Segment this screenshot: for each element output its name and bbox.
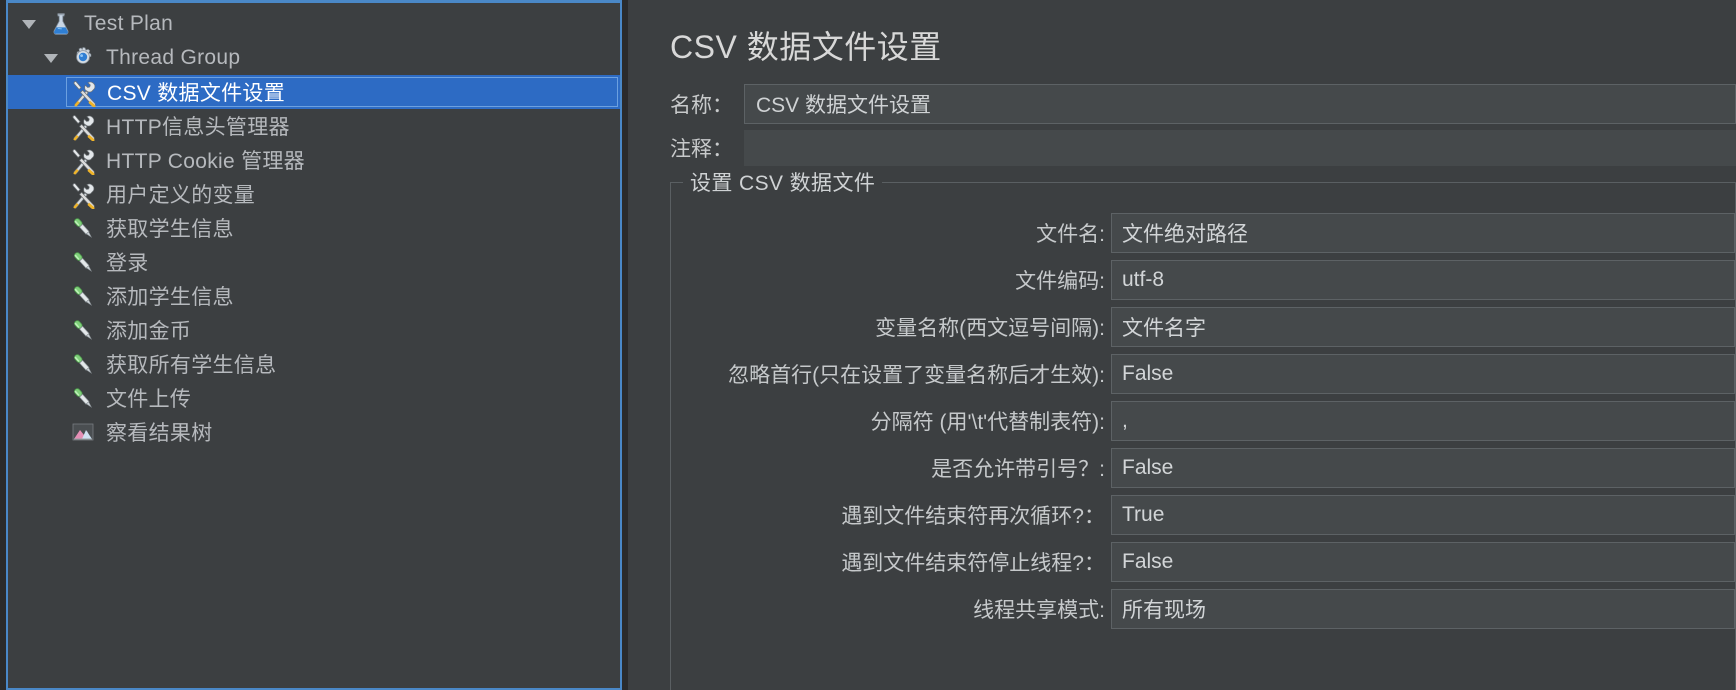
form-row: 是否允许带引号？: False xyxy=(671,446,1735,490)
tree-node-content[interactable]: 察看结果树 xyxy=(66,417,620,447)
tree-node-label: 获取所有学生信息 xyxy=(106,354,277,377)
form-row: 分隔符 (用'\t'代替制表符):, xyxy=(671,399,1735,443)
tree-node[interactable]: HTTP Cookie 管理器 xyxy=(8,143,620,177)
tree-node-content[interactable]: 添加金币 xyxy=(66,315,620,345)
sampler-pipette-icon xyxy=(66,214,100,242)
tree-node[interactable]: 添加金币 xyxy=(8,313,620,347)
tree-node[interactable]: 文件上传 xyxy=(8,381,620,415)
panel-splitter[interactable] xyxy=(628,0,656,690)
sampler-pipette-icon xyxy=(66,316,100,344)
sampler-pipette-icon xyxy=(66,282,100,310)
tree-node-label: 添加学生信息 xyxy=(106,286,234,309)
form-row: 遇到文件结束符再次循环?： True xyxy=(671,493,1735,537)
tree-node[interactable]: 获取学生信息 xyxy=(8,211,620,245)
tree-expand-toggle-icon[interactable] xyxy=(14,14,44,34)
tree-node-content[interactable]: 获取学生信息 xyxy=(66,213,620,243)
form-input[interactable]: utf-8 xyxy=(1111,260,1735,300)
groupbox-title: 设置 CSV 数据文件 xyxy=(683,167,883,197)
sampler-pipette-icon xyxy=(66,384,100,412)
tree-node-label: 获取学生信息 xyxy=(106,218,234,241)
sampler-pipette-icon xyxy=(66,350,100,378)
jmeter-window: Test Plan Thread Group CSV 数据文件设置 HTTP信息头管理… xyxy=(0,0,1736,690)
form-input[interactable]: 文件绝对路径 xyxy=(1111,213,1735,253)
tree-node-label: Thread Group xyxy=(106,46,241,69)
tree-node[interactable]: 获取所有学生信息 xyxy=(8,347,620,381)
tree-node-content[interactable]: CSV 数据文件设置 xyxy=(66,77,618,107)
tree-node-label: 用户定义的变量 xyxy=(106,184,256,207)
tree-node-label: HTTP信息头管理器 xyxy=(106,116,290,139)
form-label: 文件名: xyxy=(1036,223,1105,246)
gear-icon xyxy=(66,45,100,71)
form-row: 文件编码: utf-8 xyxy=(671,258,1735,302)
csv-settings-form: 文件名: 文件绝对路径 文件编码: utf-8 变量名称(西文逗号间隔): 文件名字 忽略首… xyxy=(671,201,1735,631)
tree-node-content[interactable]: Test Plan xyxy=(44,9,620,39)
comment-label: 注释： xyxy=(670,138,733,161)
form-label: 文件编码: xyxy=(1015,270,1105,293)
tree-node-content[interactable]: Thread Group xyxy=(66,43,620,73)
form-input[interactable]: False xyxy=(1111,448,1735,488)
config-tools-icon xyxy=(66,145,100,175)
tree-node[interactable]: CSV 数据文件设置 xyxy=(8,75,620,109)
form-input[interactable]: True xyxy=(1111,495,1735,535)
form-input[interactable]: 所有现场 xyxy=(1111,589,1735,629)
page-title: CSV 数据文件设置 xyxy=(670,29,942,65)
tree-node-content[interactable]: 用户定义的变量 xyxy=(66,179,620,209)
test-plan-tree[interactable]: Test Plan Thread Group CSV 数据文件设置 HTTP信息头管理… xyxy=(8,3,620,688)
form-label: 线程共享模式: xyxy=(973,599,1105,622)
tree-node-content[interactable]: 登录 xyxy=(66,247,620,277)
form-label: 分隔符 (用'\t'代替制表符): xyxy=(870,411,1105,434)
tree-node-label: 添加金币 xyxy=(106,320,192,343)
name-input[interactable]: CSV 数据文件设置 xyxy=(744,84,1736,124)
form-label: 是否允许带引号？: xyxy=(931,458,1105,481)
form-label: 变量名称(西文逗号间隔): xyxy=(875,317,1105,340)
tree-node-label: CSV 数据文件设置 xyxy=(107,82,286,105)
form-label: 遇到文件结束符停止线程?： xyxy=(841,552,1105,575)
tree-expand-toggle-icon[interactable] xyxy=(36,48,66,68)
comment-input[interactable] xyxy=(744,130,1736,166)
test-plan-tree-panel: Test Plan Thread Group CSV 数据文件设置 HTTP信息头管理… xyxy=(0,0,628,690)
tree-node[interactable]: 添加学生信息 xyxy=(8,279,620,313)
tree-node[interactable]: HTTP信息头管理器 xyxy=(8,109,620,143)
form-label: 忽略首行(只在设置了变量名称后才生效): xyxy=(728,364,1105,387)
tree-node[interactable]: 登录 xyxy=(8,245,620,279)
config-tools-icon xyxy=(66,179,100,209)
tree-scroll-pane[interactable]: Test Plan Thread Group CSV 数据文件设置 HTTP信息头管理… xyxy=(6,0,622,690)
form-input[interactable]: False xyxy=(1111,354,1735,394)
form-row: 线程共享模式: 所有现场 xyxy=(671,587,1735,631)
tree-node[interactable]: Test Plan xyxy=(8,7,620,41)
config-tools-icon xyxy=(66,111,100,141)
form-row: 遇到文件结束符停止线程?： False xyxy=(671,540,1735,584)
form-input[interactable]: 文件名字 xyxy=(1111,307,1735,347)
csv-settings-groupbox: 设置 CSV 数据文件 文件名: 文件绝对路径 文件编码: utf-8 变量名称(西文逗… xyxy=(670,167,1736,690)
comment-row: 注释： xyxy=(666,126,1736,170)
form-row: 忽略首行(只在设置了变量名称后才生效): False xyxy=(671,352,1735,396)
config-tools-icon xyxy=(67,77,101,107)
tree-node[interactable]: 用户定义的变量 xyxy=(8,177,620,211)
flask-icon xyxy=(44,11,78,37)
form-row: 变量名称(西文逗号间隔): 文件名字 xyxy=(671,305,1735,349)
tree-node-label: 文件上传 xyxy=(106,388,192,411)
tree-node-label: 察看结果树 xyxy=(106,422,213,445)
tree-node-label: Test Plan xyxy=(84,12,174,35)
tree-node-content[interactable]: 获取所有学生信息 xyxy=(66,349,620,379)
form-top-spacer xyxy=(671,201,1735,211)
tree-node-content[interactable]: HTTP信息头管理器 xyxy=(66,111,620,141)
name-row: 名称： CSV 数据文件设置 xyxy=(666,82,1736,126)
tree-node-content[interactable]: 添加学生信息 xyxy=(66,281,620,311)
tree-node-label: 登录 xyxy=(106,252,149,275)
form-label: 遇到文件结束符再次循环?： xyxy=(841,505,1105,528)
form-input[interactable]: False xyxy=(1111,542,1735,582)
form-input[interactable]: , xyxy=(1111,401,1735,441)
name-label: 名称： xyxy=(670,94,733,117)
tree-node-content[interactable]: 文件上传 xyxy=(66,383,620,413)
view-results-tree-icon xyxy=(66,419,100,445)
form-row: 文件名: 文件绝对路径 xyxy=(671,211,1735,255)
tree-node-label: HTTP Cookie 管理器 xyxy=(106,150,305,173)
sampler-pipette-icon xyxy=(66,248,100,276)
tree-node-content[interactable]: HTTP Cookie 管理器 xyxy=(66,145,620,175)
tree-node[interactable]: Thread Group xyxy=(8,41,620,75)
tree-node[interactable]: 察看结果树 xyxy=(8,415,620,449)
csv-data-set-config-editor: CSV 数据文件设置 名称： CSV 数据文件设置 注释： 设置 CSV 数据文… xyxy=(656,0,1736,690)
